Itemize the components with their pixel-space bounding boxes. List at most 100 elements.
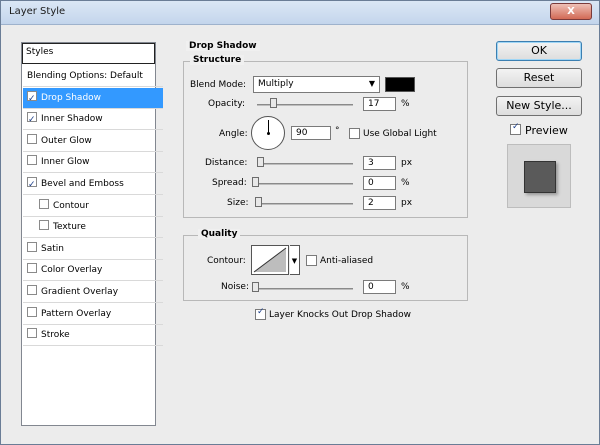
style-item[interactable]: Gradient Overlay [23,282,163,303]
style-item-label: Gradient Overlay [41,287,119,297]
ok-button[interactable]: OK [496,41,582,61]
spread-unit: % [401,178,410,188]
style-item-checkbox[interactable] [27,328,37,339]
style-item-label: Blending Options: Default [27,71,143,81]
styles-list-header[interactable]: Styles [22,43,155,64]
angle-input[interactable]: 90 [291,126,331,140]
style-item-checkbox[interactable] [27,285,37,295]
style-item[interactable]: Outer Glow [23,131,163,152]
size-label: Size: [227,198,249,208]
blend-mode-value: Multiply [258,79,294,89]
contour-preview[interactable] [251,245,289,275]
style-item-checkbox[interactable] [27,263,37,274]
window-title: Layer Style [9,6,66,17]
spread-slider[interactable] [254,183,353,185]
style-item-label: Bevel and Emboss [41,179,124,189]
angle-center [267,132,270,135]
style-item[interactable]: Drop Shadow [23,87,163,110]
size-slider-thumb[interactable] [255,197,262,207]
size-slider[interactable] [256,203,353,205]
style-item[interactable]: Texture [23,217,163,239]
style-item-checkbox[interactable] [27,89,37,110]
close-button[interactable]: X [550,3,592,20]
drop-shadow-title: Drop Shadow [186,41,260,51]
layer-style-dialog: Layer Style X Styles Blending Options: D… [0,0,600,445]
distance-slider-thumb[interactable] [257,157,264,167]
distance-input[interactable]: 3 [363,156,396,170]
style-item-checkbox[interactable] [27,241,37,252]
distance-unit: px [401,158,413,168]
style-item[interactable]: Bevel and Emboss [23,174,163,196]
styles-list: Styles Blending Options: Default Drop Sha… [21,42,163,426]
anti-aliased-label: Anti-aliased [320,256,374,266]
style-item[interactable]: Contour [23,196,163,217]
style-item-label: Inner Glow [41,157,90,168]
style-item-label: Color Overlay [41,265,103,276]
style-item[interactable]: Stroke [23,325,163,347]
anti-aliased-checkbox[interactable] [306,255,317,266]
style-item-checkbox[interactable] [27,133,37,144]
check-icon: ✓ [512,122,520,132]
style-item-label: Texture [53,222,86,233]
knocks-out-checkbox[interactable]: ✓ [255,307,266,320]
style-item-checkbox[interactable] [39,220,49,231]
opacity-label: Opacity: [208,99,245,109]
use-global-light-checkbox[interactable] [349,128,360,139]
preview-checkbox[interactable]: ✓ [510,122,521,135]
style-item[interactable]: Blending Options: Default [23,66,163,87]
chevron-down-icon: ▼ [368,79,375,88]
spread-label: Spread: [212,178,247,188]
style-item[interactable]: Inner Shadow [23,109,163,131]
shadow-color-swatch[interactable] [385,77,415,92]
noise-unit: % [401,282,410,292]
blend-mode-select[interactable]: Multiply ▼ [253,76,380,93]
size-input[interactable]: 2 [363,196,396,210]
style-item[interactable]: Satin [23,239,163,260]
style-item-label: Contour [53,200,89,211]
preview-label: Preview [525,124,568,137]
preview-square [524,161,556,193]
spread-slider-thumb[interactable] [252,177,259,187]
angle-dial[interactable] [251,116,285,150]
new-style-button[interactable]: New Style... [496,96,582,116]
style-item-label: Pattern Overlay [41,308,112,319]
title-bar: Layer Style X [1,1,599,25]
contour-dropdown[interactable]: ▼ [290,245,300,275]
opacity-input[interactable]: 17 [363,97,396,111]
style-item-label: Drop Shadow [41,92,102,103]
style-item-checkbox[interactable] [27,175,37,196]
style-item-checkbox[interactable] [27,306,37,317]
style-item-checkbox[interactable] [27,155,37,166]
angle-unit: ° [335,126,340,136]
style-item[interactable]: Pattern Overlay [23,304,163,325]
opacity-unit: % [401,99,410,109]
blend-mode-label: Blend Mode: [190,80,247,90]
style-preview [507,144,571,208]
contour-label: Contour: [207,256,246,266]
noise-input[interactable]: 0 [363,280,396,294]
distance-label: Distance: [205,158,248,168]
angle-label: Angle: [219,129,248,139]
knocks-out-label: Layer Knocks Out Drop Shadow [269,310,411,320]
opacity-slider-thumb[interactable] [270,98,278,108]
style-item-checkbox[interactable] [39,198,49,209]
noise-label: Noise: [221,282,249,292]
style-item-label: Inner Shadow [41,114,103,125]
noise-slider[interactable] [254,288,353,290]
check-icon: ✓ [257,307,265,317]
style-item-label: Stroke [41,330,70,341]
use-global-light-label: Use Global Light [363,129,437,139]
contour-curve-icon [253,247,287,273]
reset-button[interactable]: Reset [496,68,582,88]
size-unit: px [401,198,413,208]
style-item[interactable]: Color Overlay [23,260,163,282]
structure-title: Structure [190,55,245,65]
noise-slider-thumb[interactable] [252,282,259,292]
style-item[interactable]: Inner Glow [23,152,163,174]
spread-input[interactable]: 0 [363,176,396,190]
style-item-checkbox[interactable] [27,110,37,131]
style-item-label: Outer Glow [41,135,92,146]
style-item-label: Satin [41,243,64,254]
distance-slider[interactable] [257,163,353,165]
quality-title: Quality [198,229,241,239]
